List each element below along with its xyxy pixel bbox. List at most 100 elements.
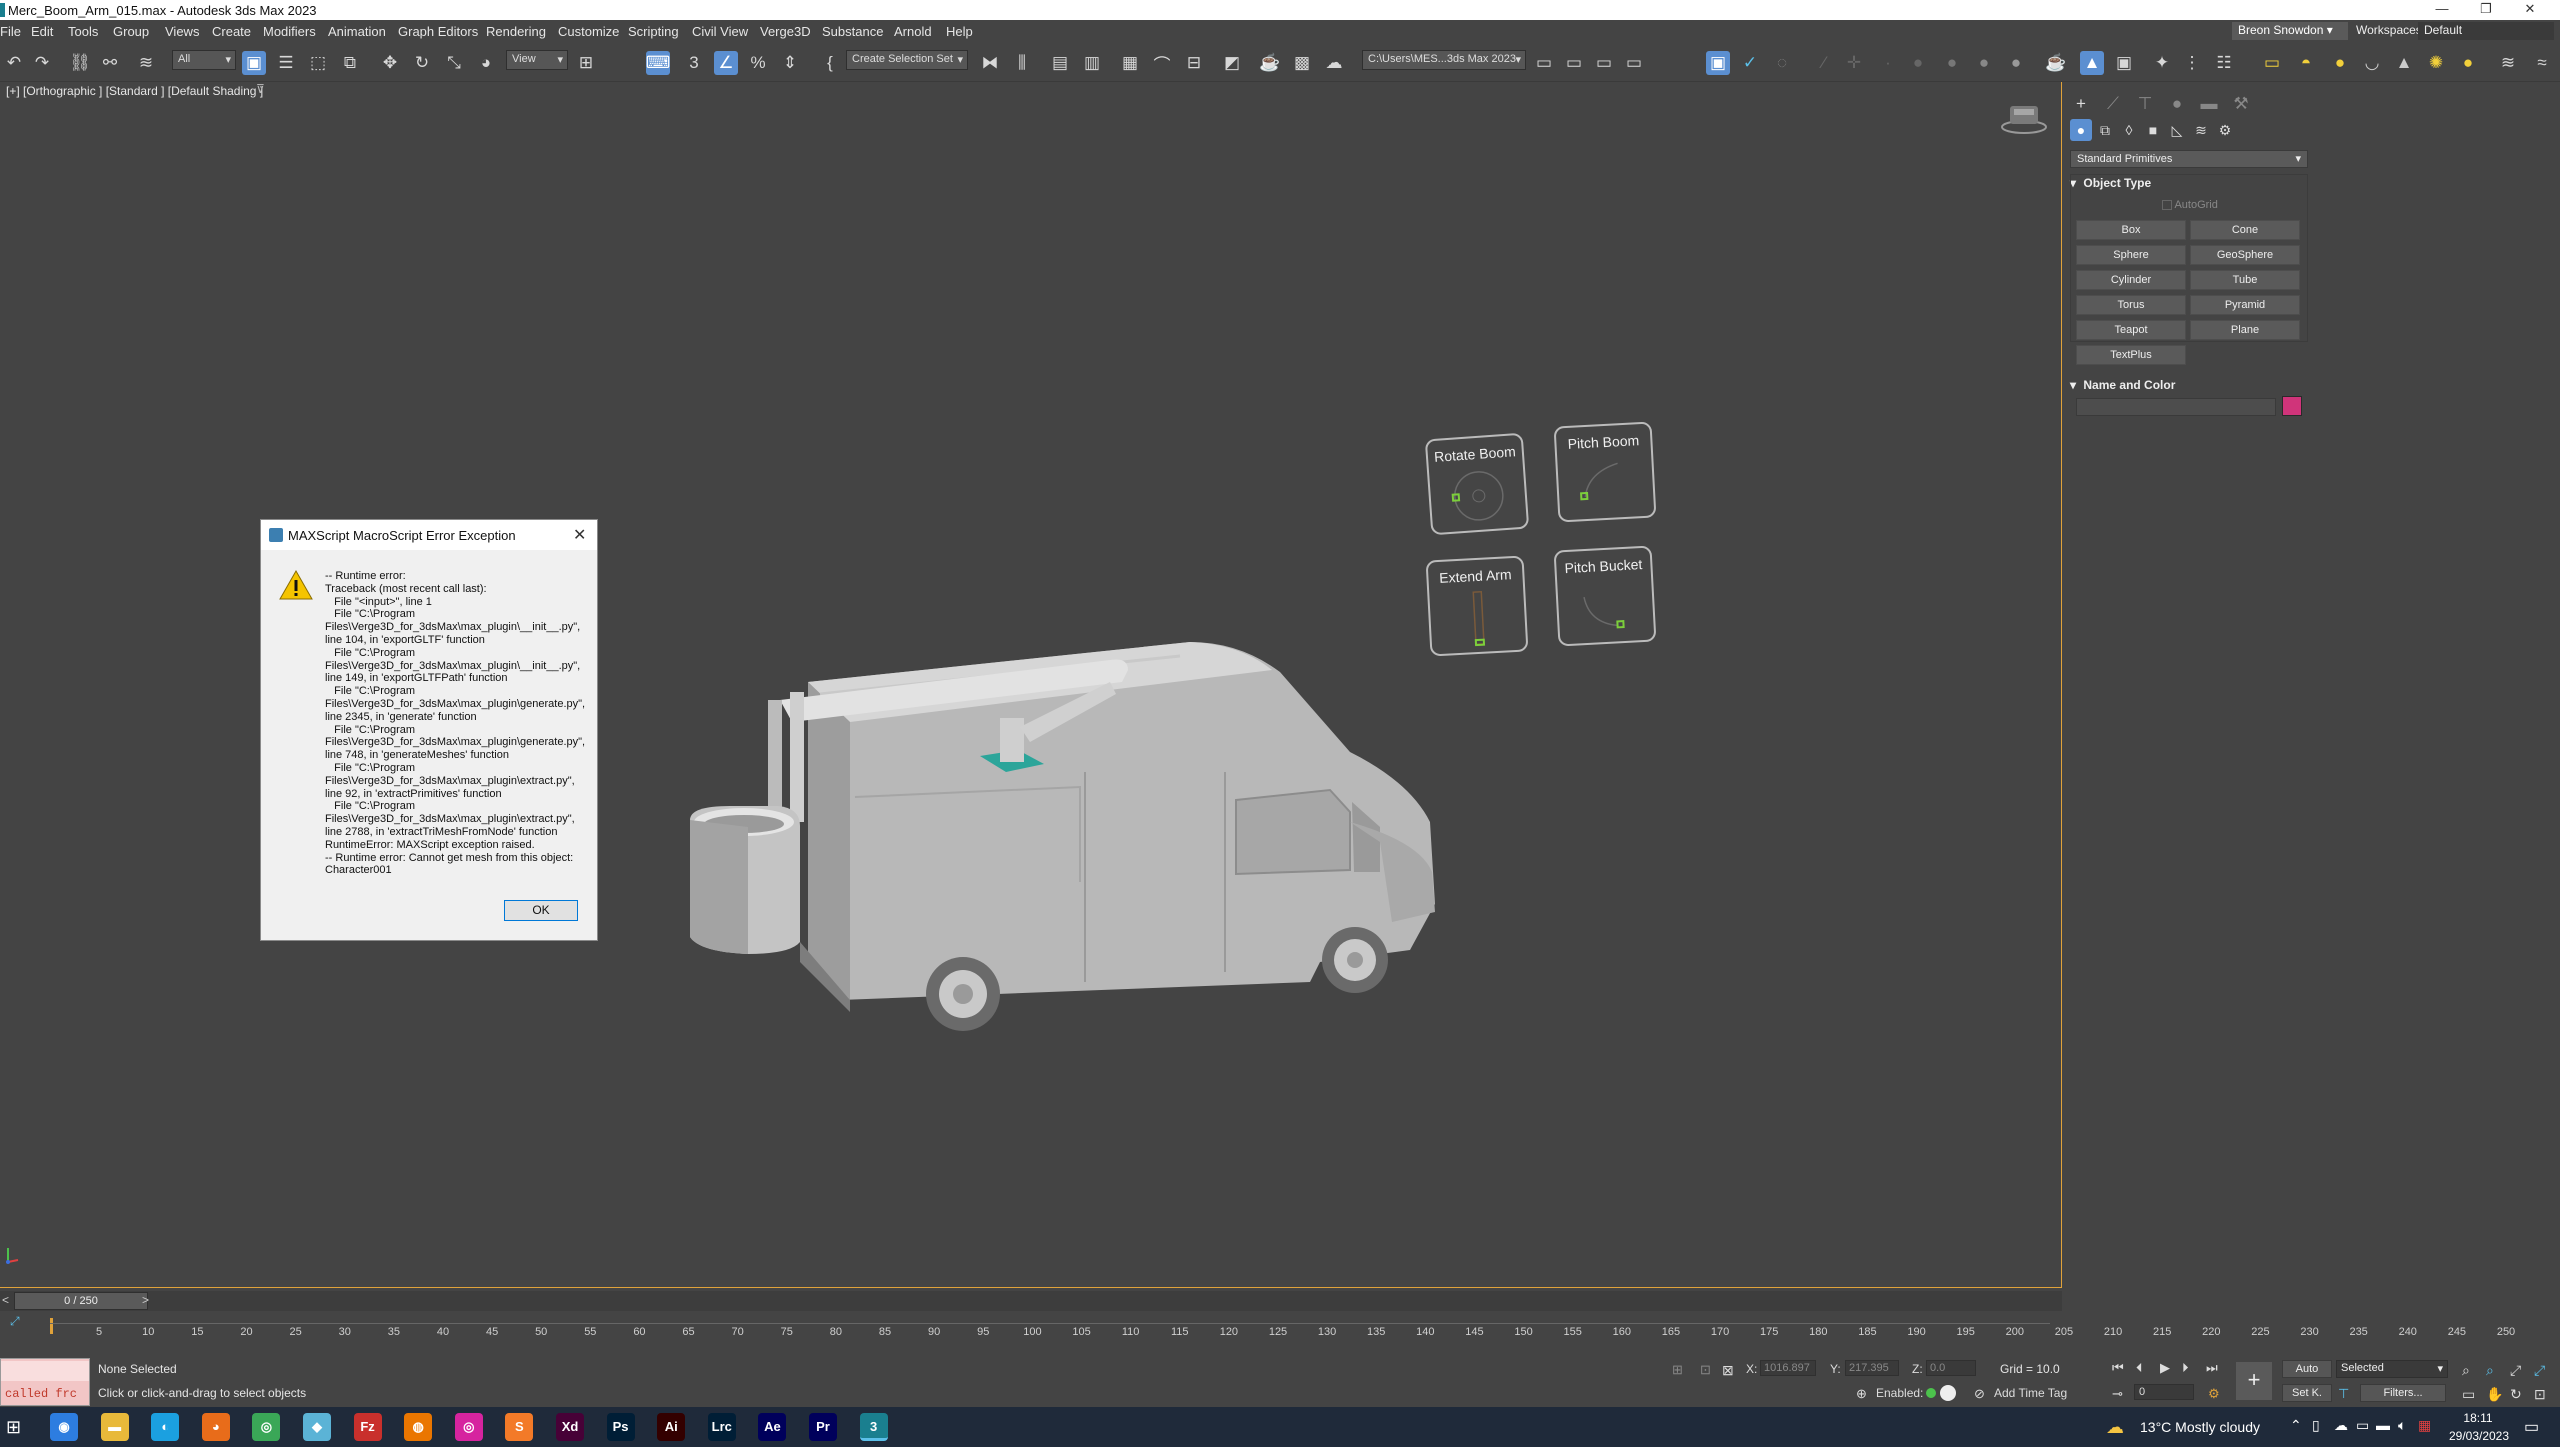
menu-civil-view[interactable]: Civil View — [692, 24, 748, 39]
previous-frame-icon[interactable]: ⏴ — [2136, 1360, 2143, 1376]
funnel-icon[interactable]: ⊽ — [256, 82, 265, 96]
pitch-boom-handle[interactable] — [1580, 491, 1589, 501]
show-hidden-icons-icon[interactable]: ⌃ — [2290, 1417, 2302, 1434]
modify-tab-icon[interactable]: ⟋ — [2102, 94, 2124, 114]
pyramid-button[interactable]: Pyramid — [2190, 295, 2300, 315]
xd-icon[interactable]: Xd — [556, 1413, 584, 1441]
x-coordinate-field[interactable]: 1016.897 — [1760, 1360, 1816, 1376]
network-icon[interactable]: ▬ — [2376, 1417, 2390, 1433]
snaps-toggle-icon[interactable]: 3 — [682, 51, 706, 75]
light-list-icon[interactable]: ⋮ — [2180, 51, 2204, 75]
bowl-icon[interactable]: ◡ — [2360, 51, 2384, 75]
cone-button[interactable]: Cone — [2190, 220, 2300, 240]
security-icon[interactable]: ▦ — [2418, 1417, 2431, 1434]
absolute-mode-icon[interactable]: ⊠ — [1722, 1362, 1734, 1379]
key-filter-dropdown[interactable]: Selected ▾ — [2336, 1360, 2448, 1378]
user-account-dropdown[interactable]: Breon Snowdon ▾ — [2232, 22, 2348, 40]
key-filter-icon[interactable]: ⊤ — [2338, 1386, 2349, 1402]
add-time-tag[interactable]: Add Time Tag — [1994, 1386, 2067, 1400]
field-of-view-icon[interactable]: ▭ — [2462, 1386, 2475, 1403]
weather-text[interactable]: 13°C Mostly cloudy — [2140, 1419, 2260, 1435]
viewport-label[interactable]: [+] [Orthographic ] [Standard ] [Default… — [6, 84, 263, 98]
percent-snap-icon[interactable]: % — [746, 51, 770, 75]
fluid-icon[interactable]: ≈ — [2530, 51, 2554, 75]
cameras-icon[interactable]: ■ — [2142, 119, 2164, 141]
mirror-icon[interactable]: ⧓ — [978, 51, 1002, 75]
angle-snap-icon[interactable]: ∠ — [714, 51, 738, 75]
key-mode-icon[interactable]: ⊸ — [2112, 1386, 2123, 1402]
geometry-icon[interactable]: ● — [2070, 119, 2092, 141]
firefox-icon[interactable]: ◕ — [201, 1413, 230, 1441]
menu-rendering[interactable]: Rendering — [486, 24, 546, 39]
menu-modifiers[interactable]: Modifiers — [263, 24, 316, 39]
menu-create[interactable]: Create — [212, 24, 251, 39]
cone-icon[interactable]: ▲ — [2392, 51, 2416, 75]
menu-edit[interactable]: Edit — [31, 24, 53, 39]
notification-icon[interactable]: ▭ — [2524, 1417, 2539, 1437]
edit-named-selection-icon[interactable]: { — [818, 51, 842, 75]
z-coordinate-field[interactable]: 0.0 — [1926, 1360, 1976, 1376]
primitive-category-dropdown[interactable]: Standard Primitives ▾ — [2070, 150, 2308, 168]
zoom-all-icon[interactable]: ⌕ — [2486, 1362, 2494, 1379]
scene-explorer-icon[interactable]: ▤ — [1048, 51, 1072, 75]
tag-icon[interactable]: ⊘ — [1974, 1386, 1985, 1402]
menu-substance[interactable]: Substance — [822, 24, 883, 39]
project-folder-icon[interactable]: ▭ — [1562, 51, 1586, 75]
3dsmax-icon[interactable]: 3 — [859, 1413, 888, 1441]
safe-frame-icon[interactable]: ▣ — [1706, 51, 1730, 75]
menu-arnold[interactable]: Arnold — [894, 24, 932, 39]
teapot-icon[interactable]: ☕ — [2044, 51, 2068, 75]
object-name-field[interactable] — [2076, 398, 2276, 416]
filezilla-icon[interactable]: Fz — [353, 1413, 382, 1441]
project-folder-dropdown[interactable]: C:\Users\MES...3ds Max 2023 — [1362, 50, 1526, 70]
maps-icon[interactable]: ◆ — [303, 1413, 331, 1441]
cylinder-button[interactable]: Cylinder — [2076, 270, 2186, 290]
extend-arm-handle[interactable] — [1474, 638, 1486, 647]
menu-group[interactable]: Group — [113, 24, 149, 39]
named-selection-dropdown[interactable]: Create Selection Set — [846, 50, 968, 70]
tray-device-icon[interactable]: ▯ — [2312, 1417, 2320, 1434]
instagram-icon[interactable]: ◎ — [454, 1413, 483, 1441]
window-crossing-icon[interactable]: ⧉ — [338, 51, 362, 75]
unlink-icon[interactable]: ⚯ — [98, 51, 122, 75]
listener-input[interactable] — [1, 1361, 89, 1381]
create-tab-icon[interactable]: + — [2070, 94, 2092, 114]
adaptive-degradation-icon[interactable] — [1940, 1385, 1956, 1401]
workspace-dropdown[interactable]: Default — [2418, 22, 2554, 40]
layer-explorer-icon[interactable]: ▥ — [1080, 51, 1104, 75]
menu-tools[interactable]: Tools — [68, 24, 98, 39]
schematic-view-icon[interactable]: ⊟ — [1182, 51, 1206, 75]
after-effects-icon[interactable]: Ae — [758, 1413, 787, 1441]
ribbon-icon[interactable]: ▦ — [1118, 51, 1142, 75]
reference-coordinate-dropdown[interactable]: View — [506, 50, 568, 70]
file-explorer-icon[interactable]: ▬ — [100, 1413, 129, 1441]
object-color-swatch[interactable] — [2282, 396, 2302, 416]
zoom-extents-all-icon[interactable]: ⤢ — [2534, 1362, 2545, 1379]
restore-icon[interactable]: ❐ — [2466, 1, 2506, 19]
isolate-icon[interactable]: ⊞ — [1672, 1362, 1683, 1378]
time-config-icon[interactable]: ⚙ — [2208, 1386, 2220, 1402]
scale-icon[interactable]: ⤡ — [442, 51, 466, 75]
menu-customize[interactable]: Customize — [558, 24, 619, 39]
auto-key-button[interactable]: Auto — [2282, 1360, 2332, 1378]
project-settings-icon[interactable]: ▭ — [1622, 51, 1646, 75]
rotate-icon[interactable]: ↻ — [410, 51, 434, 75]
clock-time[interactable]: 18:11 — [2440, 1411, 2516, 1425]
minimize-icon[interactable]: — — [2422, 1, 2462, 19]
rectangular-selection-icon[interactable]: ⬚ — [306, 51, 330, 75]
extend-arm-control[interactable]: Extend Arm — [1425, 555, 1529, 657]
van-model[interactable] — [690, 642, 1435, 1031]
go-to-end-icon[interactable]: ⏭ — [2206, 1360, 2218, 1376]
place-icon[interactable]: ◕ — [474, 51, 498, 75]
selection-filter-dropdown[interactable]: All — [172, 50, 236, 70]
viewport-render-icon[interactable]: ▲ — [2080, 51, 2104, 75]
menu-graph-editors[interactable]: Graph Editors — [398, 24, 478, 39]
sun-icon[interactable]: ✺ — [2424, 51, 2448, 75]
play-icon[interactable]: ▶ — [2160, 1360, 2170, 1376]
set-key-button[interactable]: Set K. — [2282, 1384, 2332, 1402]
link-icon[interactable]: ⛓ — [68, 51, 92, 75]
display-icon[interactable]: ▭ — [2356, 1417, 2369, 1434]
geosphere-button[interactable]: GeoSphere — [2190, 245, 2300, 265]
maximize-viewport-icon[interactable]: ⊡ — [2534, 1386, 2546, 1403]
chrome-icon[interactable]: ◎ — [252, 1413, 281, 1441]
